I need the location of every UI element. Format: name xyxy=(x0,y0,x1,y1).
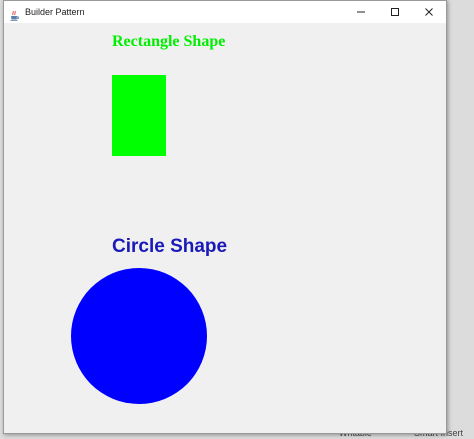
circle-shape-label: Circle Shape xyxy=(112,236,228,257)
minimize-icon xyxy=(357,11,365,13)
title-bar[interactable]: Builder Pattern xyxy=(4,1,446,23)
drawing-canvas: Rectangle Shape Circle Shape xyxy=(4,23,446,433)
rectangle-shape-label: Rectangle Shape xyxy=(112,33,226,50)
close-button[interactable] xyxy=(412,1,446,23)
maximize-icon xyxy=(391,8,399,16)
circle-shape xyxy=(71,268,207,404)
java-app-icon xyxy=(8,6,20,21)
rectangle-shape xyxy=(112,75,166,156)
maximize-button[interactable] xyxy=(378,1,412,23)
close-icon xyxy=(425,8,433,16)
window-title: Builder Pattern xyxy=(25,7,85,17)
minimize-button[interactable] xyxy=(344,1,378,23)
builder-pattern-window: Builder Pattern Rectangle Shape Circle S… xyxy=(3,0,447,434)
window-controls xyxy=(344,1,446,23)
